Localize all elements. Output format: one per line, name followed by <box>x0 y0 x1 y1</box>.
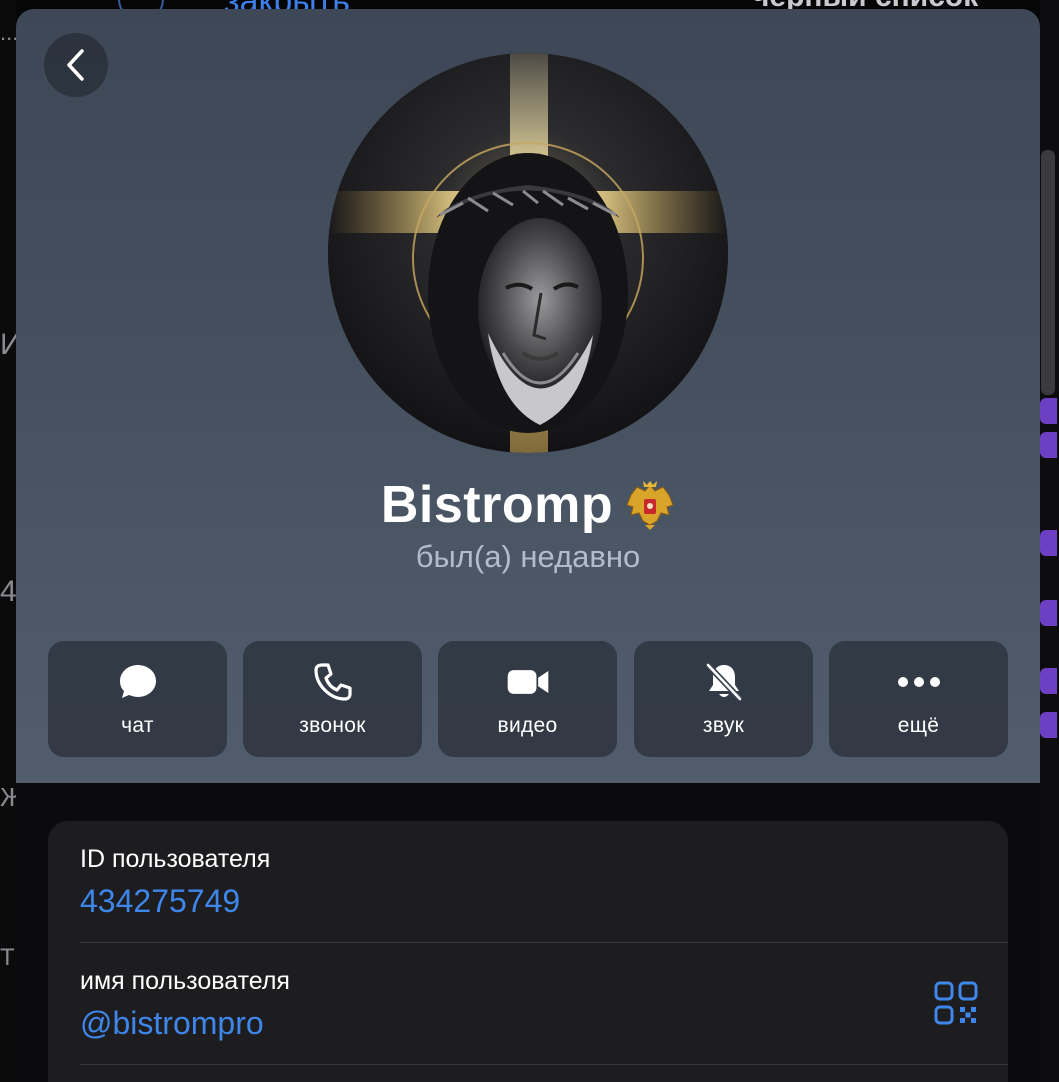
background-left-strip: ... И 4 Ж ТІ <box>0 0 24 1082</box>
profile-avatar[interactable] <box>328 53 728 453</box>
qr-code-icon[interactable] <box>934 981 978 1025</box>
screen: закрыть черный список ... И 4 Ж ТІ <box>0 0 1059 1082</box>
username-value[interactable]: @bistrompro <box>80 1005 264 1042</box>
russian-coat-of-arms-icon[interactable] <box>625 479 675 531</box>
user-id-label: ID пользователя <box>80 845 271 873</box>
chat-button[interactable]: чат <box>48 641 227 757</box>
profile-status: был(а) недавно <box>415 539 641 574</box>
profile-name-row: Bistromp <box>16 475 1040 535</box>
video-button[interactable]: видео <box>438 641 617 757</box>
background-scrollbar <box>1041 150 1055 395</box>
row-divider <box>80 1064 1008 1065</box>
profile-name: Bistromp <box>380 476 614 534</box>
background-message-bubble <box>1040 712 1057 738</box>
more-button-label: ещё <box>897 714 940 737</box>
chat-button-label: чат <box>121 714 154 737</box>
profile-header: Bistromp был(а) недавно чат звонок видео… <box>16 9 1040 783</box>
call-button[interactable]: звонок <box>243 641 422 757</box>
user-id-row[interactable]: ID пользователя 434275749 <box>80 821 1008 943</box>
user-info-card: ID пользователя 434275749 имя пользовате… <box>48 821 1008 1082</box>
chat-bubble-icon <box>119 665 156 698</box>
profile-sheet: Bistromp был(а) недавно чат звонок видео… <box>16 9 1040 1082</box>
username-label: имя пользователя <box>80 967 290 995</box>
more-button[interactable]: ещё <box>829 641 1008 757</box>
user-id-value[interactable]: 434275749 <box>80 883 240 920</box>
video-camera-icon <box>507 670 548 694</box>
background-right-strip <box>1040 0 1059 1082</box>
sound-button-label: звук <box>702 714 745 737</box>
back-button[interactable] <box>44 33 108 97</box>
ellipsis-icon <box>897 677 940 687</box>
sound-button[interactable]: звук <box>634 641 813 757</box>
background-fragment: 4 <box>0 575 17 608</box>
background-message-bubble <box>1040 432 1057 458</box>
background-message-bubble <box>1040 530 1057 556</box>
background-message-bubble <box>1040 398 1057 424</box>
username-row[interactable]: имя пользователя @bistrompro <box>80 943 1008 1065</box>
phone-icon <box>313 663 352 701</box>
chevron-left-icon <box>67 49 84 81</box>
background-message-bubble <box>1040 668 1057 694</box>
call-button-label: звонок <box>299 714 366 737</box>
jesus-portrait-avatar <box>328 53 728 453</box>
background-message-bubble <box>1040 600 1057 626</box>
action-bar: чат звонок видео звук ещё <box>48 641 1008 757</box>
video-button-label: видео <box>497 714 558 737</box>
bell-slash-icon <box>705 662 742 702</box>
